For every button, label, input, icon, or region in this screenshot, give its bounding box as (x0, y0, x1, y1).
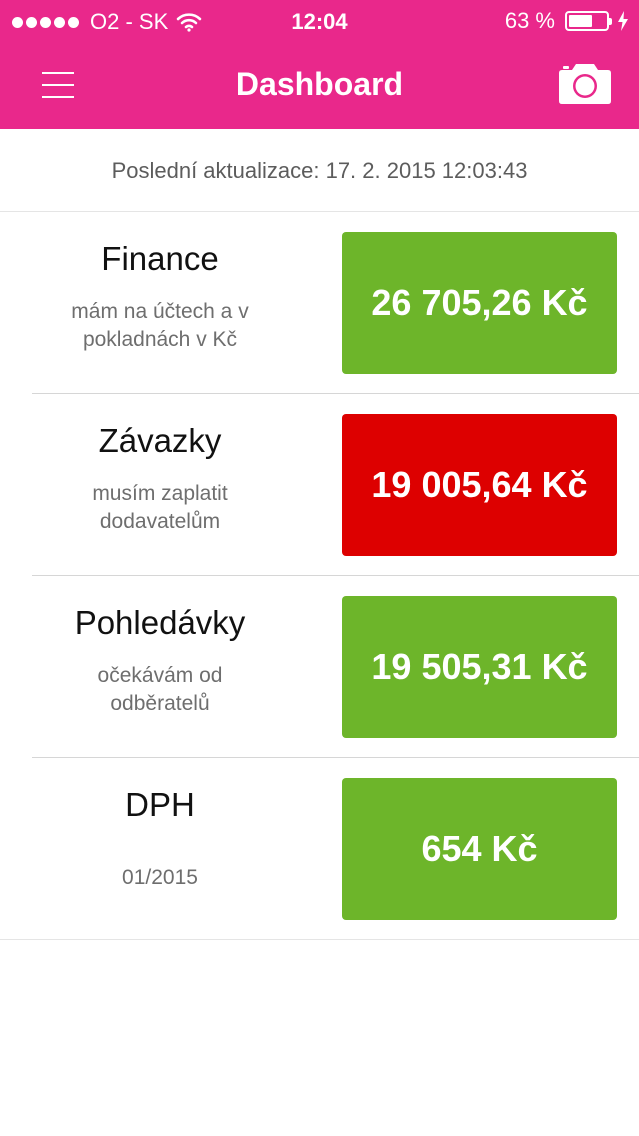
amount-tile-finance[interactable]: 26 705,26 Kč (342, 232, 617, 374)
last-update-text: Poslední aktualizace: 17. 2. 2015 12:03:… (0, 129, 639, 212)
row-dph: DPH 01/2015 654 Kč (0, 758, 639, 940)
row-subtitle: musím zaplatit dodavatelům (92, 482, 228, 533)
row-title: Finance (101, 240, 219, 277)
row-label: Finance mám na účtech a v pokladnách v K… (30, 212, 290, 394)
row-label: Pohledávky očekávám od odběratelů (30, 576, 290, 758)
row-title: Závazky (98, 422, 222, 459)
row-pohledavky: Pohledávky očekávám od odběratelů 19 505… (0, 576, 639, 758)
amount-tile-dph[interactable]: 654 Kč (342, 778, 617, 920)
row-title: DPH (125, 786, 195, 823)
battery-fill (569, 15, 592, 27)
summary-list: Finance mám na účtech a v pokladnách v K… (0, 212, 639, 940)
dashboard-screen: O2 - SK 12:04 63 % Dashboard Poslední ak… (0, 0, 639, 1136)
camera-icon (559, 64, 611, 104)
row-subtitle: mám na účtech a v pokladnách v Kč (71, 300, 249, 351)
nav-bar: Dashboard (0, 42, 639, 129)
divider (0, 939, 639, 940)
row-zavazky: Závazky musím zaplatit dodavatelům 19 00… (0, 394, 639, 576)
amount-tile-pohledavky[interactable]: 19 505,31 Kč (342, 596, 617, 738)
header: O2 - SK 12:04 63 % Dashboard (0, 0, 639, 129)
row-label: Závazky musím zaplatit dodavatelům (30, 394, 290, 576)
battery-icon (565, 11, 612, 31)
camera-button[interactable] (557, 60, 613, 108)
row-label: DPH 01/2015 (30, 758, 290, 940)
status-bar: O2 - SK 12:04 63 % (0, 0, 639, 42)
row-title: Pohledávky (74, 604, 246, 641)
amount-tile-zavazky[interactable]: 19 005,64 Kč (342, 414, 617, 556)
row-subtitle: očekávám od odběratelů (97, 664, 223, 715)
page-title: Dashboard (235, 66, 404, 102)
row-finance: Finance mám na účtech a v pokladnách v K… (0, 212, 639, 394)
row-subtitle: 01/2015 (122, 866, 198, 889)
battery-percent: 63 % (504, 8, 555, 33)
charging-bolt-icon (618, 11, 628, 31)
status-right: 63 % (505, 8, 629, 34)
